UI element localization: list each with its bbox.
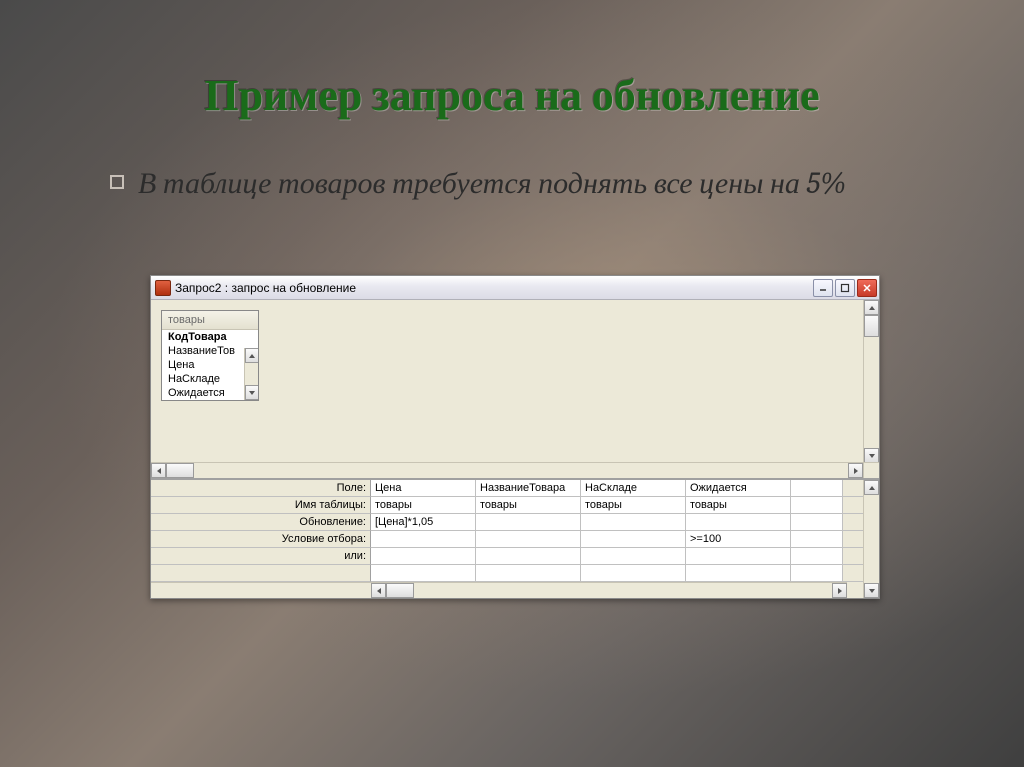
- app-icon: [155, 280, 171, 296]
- scroll-corner: [863, 462, 879, 478]
- grid-cell-table[interactable]: товары: [686, 497, 791, 514]
- scroll-left-icon[interactable]: [151, 463, 166, 478]
- scroll-up-icon[interactable]: [245, 348, 258, 363]
- scroll-down-icon[interactable]: [864, 583, 879, 598]
- grid-cell-empty[interactable]: [791, 514, 843, 531]
- field-list-scrollbar[interactable]: [244, 348, 258, 400]
- design-pane-upper: товары КодТовара НазваниеТов Цена НаСкла…: [151, 300, 879, 480]
- scroll-down-icon[interactable]: [245, 385, 258, 400]
- slide-title: Пример запроса на обновление: [0, 70, 1024, 121]
- grid-cell-empty[interactable]: [686, 565, 791, 582]
- grid-cell-empty: [843, 480, 863, 497]
- design-pane-lower: Поле: Цена НазваниеТовара НаСкладе Ожида…: [151, 480, 879, 598]
- grid-cell-empty: [843, 565, 863, 582]
- grid-row-label: или:: [151, 548, 371, 565]
- grid-cell-empty[interactable]: [791, 497, 843, 514]
- grid-cell-field[interactable]: НазваниеТовара: [476, 480, 581, 497]
- grid-cell-or[interactable]: [581, 548, 686, 565]
- grid-cell-criteria[interactable]: >=100: [686, 531, 791, 548]
- scroll-right-icon[interactable]: [832, 583, 847, 598]
- access-query-window: Запрос2 : запрос на обновление товары Ко…: [150, 275, 880, 599]
- minimize-button[interactable]: [813, 279, 833, 297]
- grid-cell-empty[interactable]: [791, 531, 843, 548]
- grid-cell-or[interactable]: [686, 548, 791, 565]
- grid-cell-empty[interactable]: [581, 565, 686, 582]
- scroll-left-icon[interactable]: [371, 583, 386, 598]
- scroll-thumb[interactable]: [166, 463, 194, 478]
- grid-cell-or[interactable]: [476, 548, 581, 565]
- scroll-up-icon[interactable]: [864, 480, 879, 495]
- grid-cell-empty: [843, 548, 863, 565]
- scroll-thumb[interactable]: [386, 583, 414, 598]
- grid-row-label: Поле:: [151, 480, 371, 497]
- scroll-right-icon[interactable]: [848, 463, 863, 478]
- upper-pane-vscrollbar[interactable]: [863, 300, 879, 463]
- upper-pane-hscrollbar[interactable]: [151, 462, 863, 478]
- grid-cell-update[interactable]: [476, 514, 581, 531]
- table-field-list[interactable]: товары КодТовара НазваниеТов Цена НаСкла…: [161, 310, 259, 401]
- lower-pane-vscrollbar[interactable]: [863, 480, 879, 598]
- grid-cell-field[interactable]: НаСкладе: [581, 480, 686, 497]
- grid-cell-field[interactable]: Ожидается: [686, 480, 791, 497]
- bullet-text: В таблице товаров требуется поднять все …: [138, 165, 846, 203]
- grid-cell-update[interactable]: [Цена]*1,05: [371, 514, 476, 531]
- grid-cell-empty[interactable]: [791, 565, 843, 582]
- grid-cell-empty: [843, 514, 863, 531]
- scroll-down-icon[interactable]: [864, 448, 879, 463]
- grid-cell-field[interactable]: Цена: [371, 480, 476, 497]
- grid-cell-update[interactable]: [686, 514, 791, 531]
- maximize-button[interactable]: [835, 279, 855, 297]
- lower-pane-hscrollbar[interactable]: [371, 582, 847, 598]
- grid-cell-update[interactable]: [581, 514, 686, 531]
- grid-cell-table[interactable]: товары: [476, 497, 581, 514]
- grid-row-label: [151, 565, 371, 582]
- grid-row-label: Обновление:: [151, 514, 371, 531]
- scroll-thumb[interactable]: [864, 315, 879, 337]
- scroll-up-icon[interactable]: [864, 300, 879, 315]
- grid-cell-table[interactable]: товары: [371, 497, 476, 514]
- grid-cell-table[interactable]: товары: [581, 497, 686, 514]
- titlebar[interactable]: Запрос2 : запрос на обновление: [151, 276, 879, 300]
- grid-row-label: Имя таблицы:: [151, 497, 371, 514]
- field-list-item[interactable]: КодТовара: [162, 330, 258, 344]
- grid-cell-empty[interactable]: [476, 565, 581, 582]
- grid-label-gutter: [151, 582, 371, 598]
- query-design-grid[interactable]: Поле: Цена НазваниеТовара НаСкладе Ожида…: [151, 480, 863, 582]
- grid-cell-empty: [843, 497, 863, 514]
- grid-cell-empty: [843, 531, 863, 548]
- grid-cell-criteria[interactable]: [476, 531, 581, 548]
- grid-cell-empty[interactable]: [791, 480, 843, 497]
- grid-cell-empty[interactable]: [791, 548, 843, 565]
- grid-row-label: Условие отбора:: [151, 531, 371, 548]
- grid-cell-empty[interactable]: [371, 565, 476, 582]
- grid-cell-or[interactable]: [371, 548, 476, 565]
- grid-cell-criteria[interactable]: [581, 531, 686, 548]
- field-list-caption: товары: [162, 311, 258, 330]
- bullet-marker-icon: [110, 175, 124, 189]
- close-button[interactable]: [857, 279, 877, 297]
- grid-cell-criteria[interactable]: [371, 531, 476, 548]
- bullet-item: В таблице товаров требуется поднять все …: [110, 165, 944, 203]
- window-title: Запрос2 : запрос на обновление: [175, 281, 813, 295]
